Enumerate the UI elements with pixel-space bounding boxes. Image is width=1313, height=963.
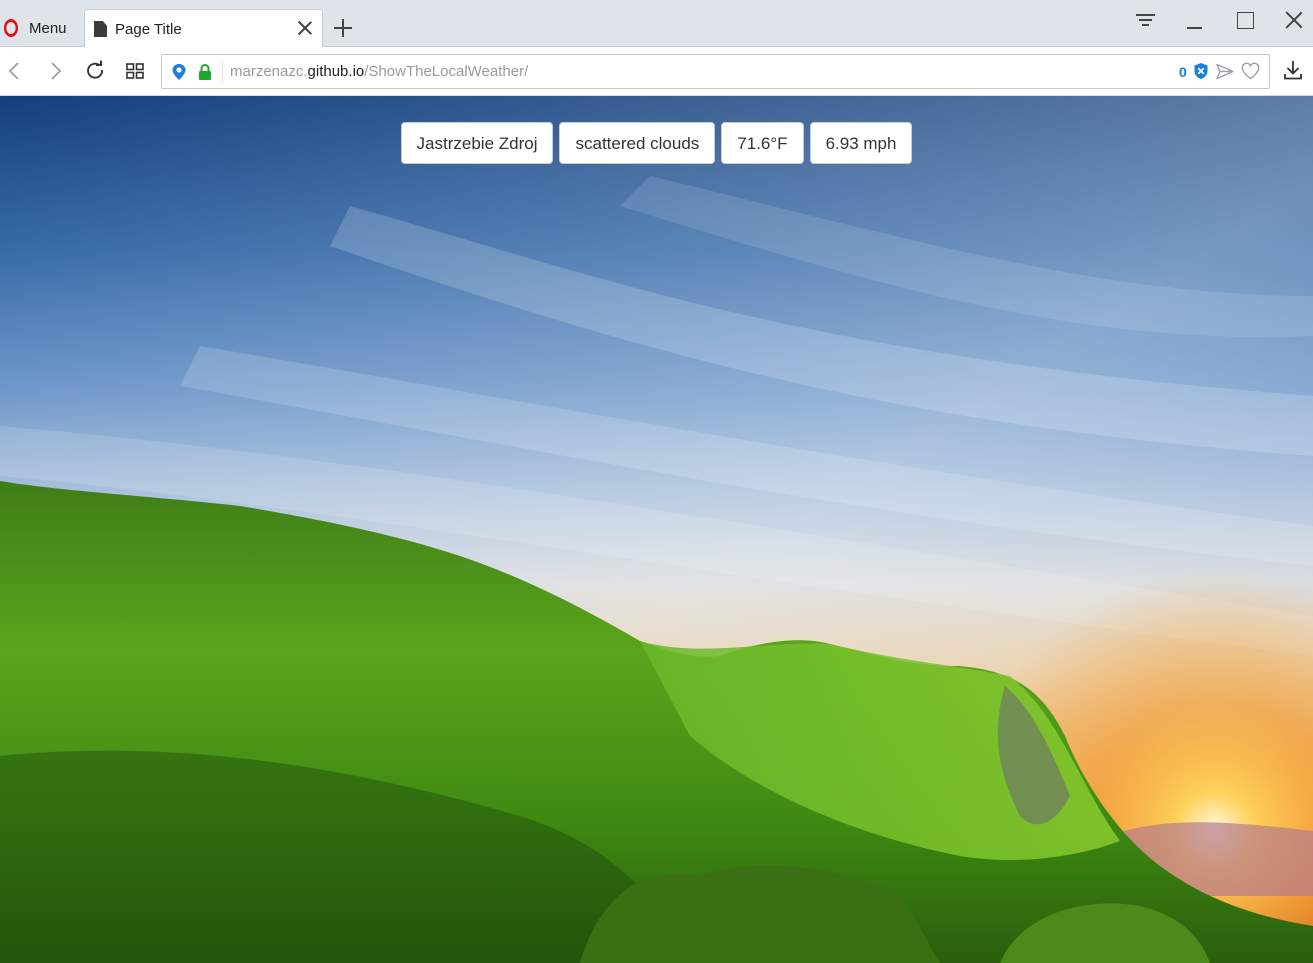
send-icon[interactable] (1216, 63, 1234, 80)
tab-close-icon[interactable] (297, 20, 313, 36)
forward-icon[interactable] (43, 59, 67, 83)
landscape-background-image (0, 96, 1313, 963)
tab-menu-icon[interactable] (1131, 8, 1161, 34)
minimize-icon[interactable] (1180, 8, 1210, 34)
download-icon[interactable] (1283, 59, 1303, 81)
url-text[interactable]: marzenazc.github.io/ShowTheLocalWeather/ (230, 63, 528, 80)
tab-strip: Menu Page Title (0, 0, 1313, 48)
back-icon[interactable] (3, 59, 27, 83)
tab-active[interactable]: Page Title (84, 9, 323, 48)
wind-speed-button[interactable]: 6.93 mph (809, 122, 913, 164)
shield-icon[interactable] (1193, 62, 1209, 80)
document-icon (94, 21, 107, 37)
address-bar[interactable]: marzenazc.github.io/ShowTheLocalWeather/… (161, 54, 1270, 89)
opera-menu-button[interactable]: Menu (0, 10, 80, 46)
speed-dial-icon[interactable] (123, 59, 147, 83)
maximize-icon[interactable] (1230, 8, 1260, 34)
heart-icon[interactable] (1241, 62, 1260, 80)
url-path: /ShowTheLocalWeather/ (364, 63, 529, 80)
weather-info-row: Jastrzebie Zdroj scattered clouds 71.6°F… (0, 122, 1313, 164)
tracker-count[interactable]: 0 (1179, 64, 1187, 80)
url-prefix: marzenazc. (230, 63, 308, 80)
menu-label: Menu (29, 19, 67, 37)
browser-toolbar: marzenazc.github.io/ShowTheLocalWeather/… (0, 47, 1313, 96)
tab-title: Page Title (115, 20, 182, 38)
opera-icon (3, 19, 19, 37)
weather-description-button[interactable]: scattered clouds (559, 122, 716, 164)
address-separator (222, 61, 223, 83)
close-window-icon[interactable] (1280, 8, 1310, 34)
lock-icon[interactable] (197, 63, 213, 81)
url-host: github.io (307, 63, 365, 80)
location-pin-icon[interactable] (171, 63, 187, 81)
reload-icon[interactable] (83, 59, 107, 83)
page-viewport: Jastrzebie Zdroj scattered clouds 71.6°F… (0, 96, 1313, 963)
temperature-button[interactable]: 71.6°F (721, 122, 804, 164)
new-tab-plus-icon[interactable] (334, 19, 352, 37)
location-button[interactable]: Jastrzebie Zdroj (400, 122, 554, 164)
